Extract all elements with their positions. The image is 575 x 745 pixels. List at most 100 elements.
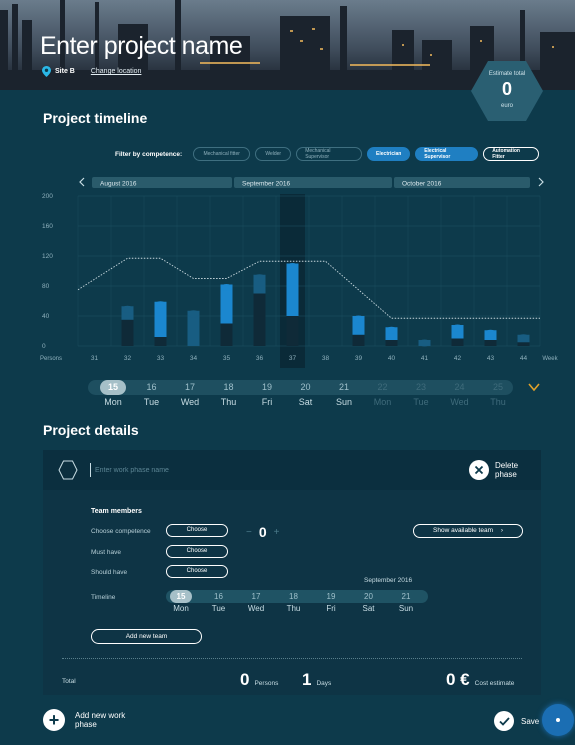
bar-cap [484,329,497,337]
project-name-field[interactable]: Enter project name [40,32,243,61]
day-cell: 25 Thu [479,380,517,407]
y-tick-label: 120 [42,253,53,260]
location-pin-icon [42,66,51,77]
choose-competence-button[interactable]: Choose [166,524,228,537]
location-row: Site B Change location [42,66,141,77]
timeline-month-label: September 2016 [364,577,413,584]
day-cell[interactable]: 20 Sat [287,380,325,407]
chevron-down-icon[interactable] [528,382,540,392]
should-have-label: Should have [91,569,128,576]
total-days: 1 Days [302,670,331,690]
x-tick-label: 32 [124,355,132,362]
phase-day-number: 21 [401,592,411,601]
bar-segment-lower [154,337,167,346]
x-tick-label: 42 [454,355,462,362]
filter-mechanical-supervisor[interactable]: Mechanical Supervisor [296,147,363,161]
month-label: October 2016 [402,181,442,188]
phase-day-cell[interactable]: 20 Sat [354,590,384,613]
phase-day-number: 15 [170,590,192,603]
bar-segment-lower [220,323,233,346]
day-number: 24 [454,382,465,392]
phase-day-cell[interactable]: 21 Sun [391,590,421,613]
day-cell[interactable]: 17 Wed [171,380,209,407]
bar-cap [121,305,134,313]
phase-day-number: 16 [214,592,223,601]
y-tick-label: 160 [42,223,53,230]
add-work-phase-button[interactable]: + Add new work phase [43,709,131,731]
day-cell[interactable]: 18 Thu [210,380,248,407]
day-name: Thu [220,397,237,407]
x-tick-label: 39 [355,355,363,362]
filter-electrician[interactable]: Electrician [367,147,411,161]
estimate-value: 0 [501,79,512,99]
phase-day-cell[interactable]: 19 Fri [316,590,346,613]
phase-day-name: Thu [286,604,301,613]
month-label: August 2016 [100,181,137,188]
filter-welder[interactable]: Welder [255,147,292,161]
bar-cap [253,274,266,282]
phase-day-cell[interactable]: 18 Thu [279,590,309,613]
competence-filter: Filter by competence: Mechanical fitter … [115,147,540,161]
bar-cap [154,301,167,309]
bar-segment-lower [121,319,134,346]
save-label: Save [521,716,540,726]
team-count-value: 0 [258,524,267,540]
timeline-chart: August 2016 September 2016 October 2016 0 40… [40,177,559,368]
must-have-label: Must have [91,549,121,556]
change-location-link[interactable]: Change location [91,68,142,75]
x-tick-label: 44 [520,355,528,362]
day-name: Thu [490,397,506,407]
day-cell[interactable]: 19 Fri [248,380,286,407]
chevron-right-icon[interactable] [538,177,544,187]
phase-day-name: Sat [362,604,375,613]
day-cell[interactable]: 21 Sun [325,380,363,407]
must-have-choose-button[interactable]: Choose [166,545,228,558]
chevron-right-icon: › [500,527,503,534]
day-number: 20 [300,382,311,392]
y-tick-label: 200 [42,193,53,200]
add-work-phase-label: Add new work phase [75,711,126,729]
bar-cap [286,263,299,270]
estimate-unit: euro [500,103,513,109]
filter-automation-fitter[interactable]: Automation Fitter [483,147,540,161]
x-tick-label: 40 [388,355,396,362]
filter-label: Filter by competence: [115,150,183,158]
y-tick-label: 0 [42,343,46,350]
phase-day-cell[interactable]: 15 Mon [166,590,196,613]
show-available-team-button[interactable]: Show available team › [413,524,523,538]
chevron-left-icon[interactable] [79,177,85,187]
filter-mechanical-fitter[interactable]: Mechanical fitter [193,147,251,161]
increment-button[interactable]: + [274,527,280,538]
show-team-label: Show available team [433,527,493,534]
day-cell[interactable]: 16 Tue [133,380,171,407]
work-phase-name-input[interactable] [90,463,390,477]
day-cell[interactable]: 15 Mon [94,380,132,407]
day-cell: 23 Tue [402,380,440,407]
day-number: 16 [146,382,157,392]
day-number: 23 [415,382,426,392]
save-button[interactable]: Save [494,711,539,731]
dot-icon [556,718,560,722]
should-have-choose-button[interactable]: Choose [166,565,228,578]
team-count-stepper: − 0 + [246,524,279,540]
delete-phase-button[interactable]: Delete phase [469,460,523,480]
project-details-title: Project details [43,422,139,438]
x-tick-label: 41 [421,355,429,362]
filter-electrical-supervisor[interactable]: Electrical Supervisor [415,147,479,161]
day-number: 21 [338,382,349,392]
phase-day-cell[interactable]: 17 Wed [241,590,271,613]
bar-segment-lower [352,334,365,346]
add-new-team-button[interactable]: Add new team [91,629,202,644]
bar-segment-lower [517,342,530,346]
phase-day-cell[interactable]: 16 Tue [204,590,234,613]
bar-segment-lower [286,316,299,346]
day-cell: 24 Wed [441,380,479,407]
phase-day-name: Wed [247,604,265,613]
decrement-button[interactable]: − [246,527,252,538]
bar-cap [187,310,200,318]
day-cell: 22 Mon [364,380,402,407]
days-label: Days [316,680,332,687]
bar-segment-lower [451,338,464,346]
check-icon [494,711,514,731]
assistant-fab-button[interactable] [542,704,574,736]
